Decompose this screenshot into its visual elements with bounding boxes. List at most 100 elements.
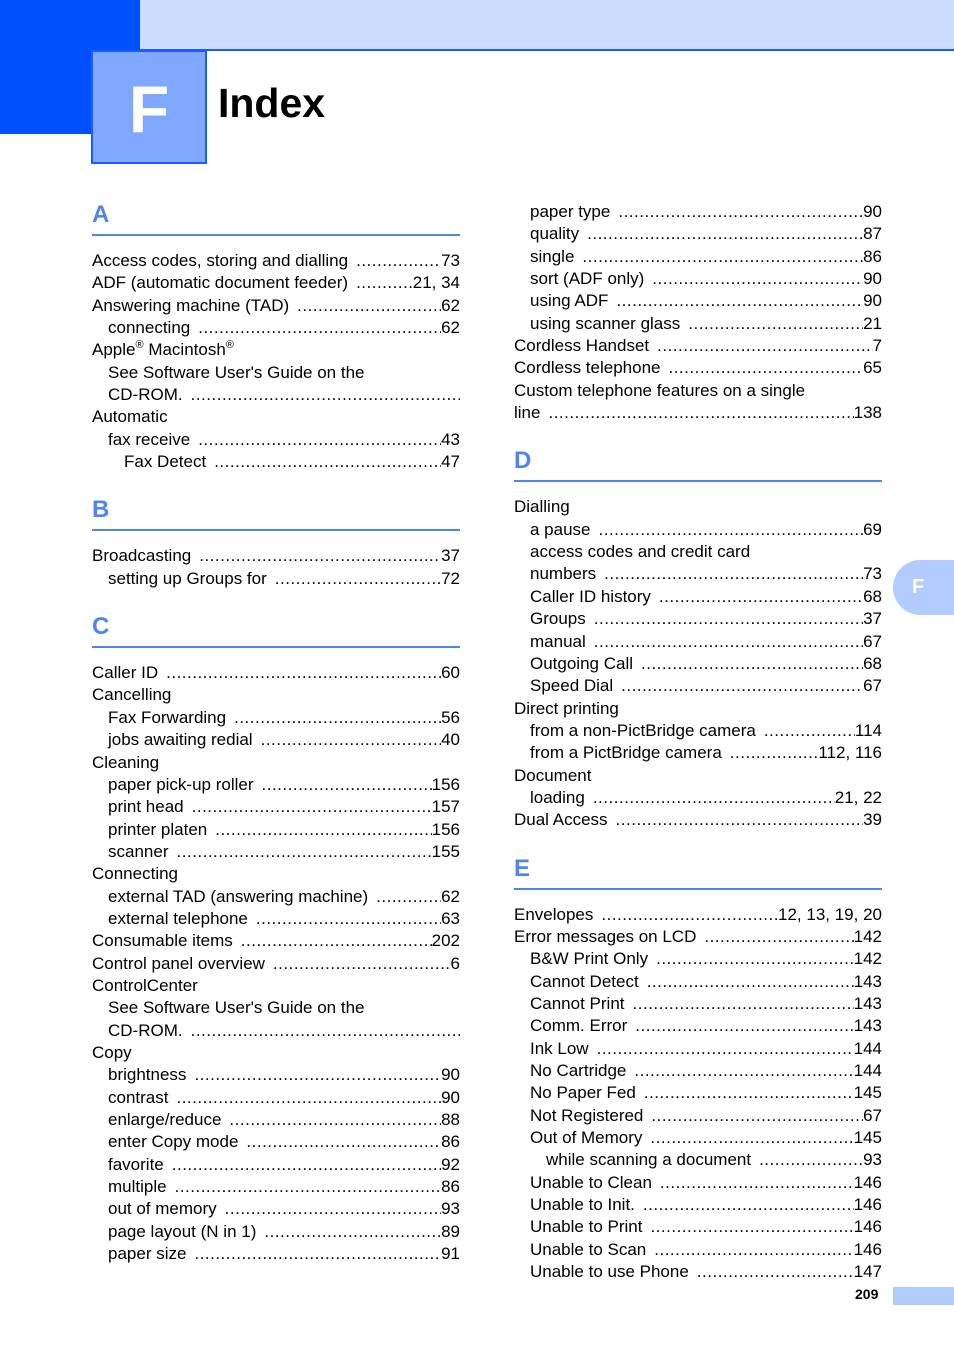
page-reference[interactable]: 155 [432, 841, 460, 863]
page-reference[interactable]: 90 [863, 290, 882, 312]
page-reference[interactable]: 39 [863, 809, 882, 831]
page-reference[interactable]: 143 [854, 971, 882, 993]
index-term: page layout (N in 1) [108, 1221, 257, 1241]
page-reference[interactable]: 91 [441, 1243, 460, 1265]
page-reference[interactable]: 146 [854, 1194, 882, 1216]
page-reference[interactable]: 157 [432, 796, 460, 818]
dot-leader [221, 1109, 441, 1131]
page-reference[interactable]: 40 [441, 729, 460, 751]
page-reference[interactable]: 21, 22 [835, 787, 882, 809]
index-term: Apple® Macintosh® [92, 339, 234, 360]
page-reference[interactable]: 156 [432, 774, 460, 796]
dot-leader [696, 926, 853, 948]
index-entry: brightness 90 [92, 1064, 460, 1086]
index-entry: Control panel overview 6 [92, 953, 460, 975]
page-reference[interactable]: 147 [854, 1261, 882, 1283]
page-reference[interactable]: 62 [441, 317, 460, 339]
page-reference[interactable]: 47 [441, 451, 460, 473]
page-reference[interactable]: 63 [441, 908, 460, 930]
index-term: Control panel overview [92, 953, 265, 973]
page-reference[interactable]: 145 [854, 1127, 882, 1149]
index-entry: paper size 91 [92, 1243, 460, 1265]
index-entry: Dual Access 39 [514, 809, 882, 831]
page-reference[interactable]: 73 [863, 563, 882, 585]
dot-leader [183, 1020, 460, 1042]
page-reference[interactable]: 60 [441, 662, 460, 684]
page-reference[interactable]: 68 [863, 586, 882, 608]
page-reference[interactable]: 93 [863, 1149, 882, 1171]
page-reference[interactable]: 65 [863, 357, 882, 379]
page-reference[interactable]: 90 [863, 268, 882, 290]
page-reference[interactable]: 37 [863, 608, 882, 630]
page-reference[interactable]: 68 [863, 653, 882, 675]
dot-leader [642, 1216, 853, 1238]
page-reference[interactable]: 7 [873, 335, 882, 357]
index-entry: Cordless Handset 7 [514, 335, 882, 357]
index-entry: Broadcasting 37 [92, 545, 460, 567]
page-reference[interactable]: 138 [854, 402, 882, 424]
index-term: using ADF [530, 291, 609, 311]
page-reference[interactable]: 62 [441, 295, 460, 317]
dot-leader [613, 675, 863, 697]
page-reference[interactable]: 37 [441, 545, 460, 567]
page-reference[interactable]: 142 [854, 926, 882, 948]
index-entry: Dialling [514, 496, 882, 518]
page-reference[interactable]: 21 [863, 313, 882, 335]
page-reference[interactable]: 6 [451, 953, 460, 975]
page-reference[interactable]: 144 [854, 1038, 882, 1060]
page-reference[interactable]: 146 [854, 1172, 882, 1194]
dot-leader [652, 1172, 854, 1194]
page-reference[interactable]: 89 [441, 1221, 460, 1243]
page-reference[interactable]: 144 [854, 1060, 882, 1082]
page-reference[interactable]: 62 [441, 886, 460, 908]
page-reference[interactable]: 142 [854, 948, 882, 970]
index-term: contrast [108, 1087, 169, 1107]
page-reference[interactable]: 90 [863, 201, 882, 223]
page-reference[interactable]: 145 [854, 1082, 882, 1104]
page-reference[interactable]: 87 [863, 223, 882, 245]
page-reference[interactable]: 92 [441, 1154, 460, 1176]
page-reference[interactable]: 21, 34 [413, 272, 460, 294]
page-reference[interactable]: 90 [441, 1064, 460, 1086]
index-term: external TAD (answering machine) [108, 886, 369, 906]
section-divider [92, 529, 460, 532]
index-term: Direct printing [514, 698, 619, 718]
page-reference[interactable]: 114 [855, 720, 882, 742]
page-reference[interactable]: 73 [441, 250, 460, 272]
dot-leader [585, 787, 835, 809]
page-reference[interactable]: 90 [441, 1087, 460, 1109]
index-term: from a PictBridge camera [530, 743, 722, 763]
dot-leader [248, 908, 441, 930]
page-reference[interactable]: 156 [432, 819, 460, 841]
chapter-thumb-tab[interactable]: F [893, 560, 954, 615]
index-term: Broadcasting [92, 546, 192, 566]
page-reference[interactable]: 69 [863, 519, 882, 541]
index-term: Out of Memory [530, 1128, 643, 1148]
page-reference[interactable]: 88 [441, 1109, 460, 1131]
page-reference[interactable]: 12, 13, 19, 20 [778, 904, 882, 926]
page-reference[interactable]: 202 [432, 930, 460, 952]
page-reference[interactable]: 86 [441, 1131, 460, 1153]
index-entry: enter Copy mode 86 [92, 1131, 460, 1153]
page-reference[interactable]: 67 [863, 631, 882, 653]
index-entry: Unable to Init. 146 [514, 1194, 882, 1216]
page-reference[interactable]: 86 [441, 1176, 460, 1198]
dot-leader [646, 1239, 853, 1261]
index-entry: Automatic [92, 406, 460, 428]
page-reference[interactable]: 146 [854, 1239, 882, 1261]
page-reference[interactable]: 56 [441, 707, 460, 729]
page-reference[interactable]: 146 [854, 1216, 882, 1238]
dot-leader [186, 1243, 441, 1265]
dot-leader [267, 568, 441, 590]
page-reference[interactable]: 112, 116 [818, 742, 882, 764]
page-reference[interactable]: 67 [863, 675, 882, 697]
page-reference[interactable]: 67 [863, 1105, 882, 1127]
index-column-left: AAccess codes, storing and dialling73ADF… [92, 200, 460, 1265]
page-reference[interactable]: 43 [441, 429, 460, 451]
page-reference[interactable]: 143 [854, 993, 882, 1015]
page-reference[interactable]: 143 [854, 1015, 882, 1037]
page-reference[interactable]: 72 [441, 568, 460, 590]
page-reference[interactable]: 86 [863, 246, 882, 268]
page-reference[interactable]: 93 [441, 1198, 460, 1220]
